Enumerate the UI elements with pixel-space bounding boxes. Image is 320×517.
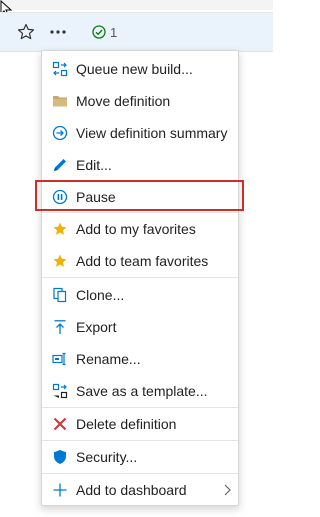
- delete-x-icon: [52, 416, 68, 432]
- menu-separator: [42, 473, 238, 474]
- menu-item-label: Edit...: [76, 157, 112, 173]
- menu-item-label: View definition summary: [76, 125, 228, 141]
- menu-item-save-as-template[interactable]: Save as a template...: [42, 376, 238, 406]
- pencil-icon: [52, 157, 68, 173]
- menu-item-label: Add to my favorites: [76, 221, 196, 237]
- menu-item-move-definition[interactable]: Move definition: [42, 86, 238, 116]
- menu-item-delete-definition[interactable]: Delete definition: [42, 409, 238, 439]
- menu-item-label: Add to dashboard: [76, 482, 187, 498]
- menu-item-rename[interactable]: Rename...: [42, 344, 238, 374]
- menu-item-label: Queue new build...: [76, 61, 193, 77]
- menu-separator: [42, 407, 238, 408]
- plus-icon: [52, 482, 68, 498]
- menu-item-clone[interactable]: Clone...: [42, 280, 238, 310]
- context-menu: Queue new build... Move definition View …: [41, 50, 239, 506]
- menu-item-add-to-team-favorites[interactable]: Add to team favorites: [42, 246, 238, 276]
- header-strip: [0, 0, 273, 10]
- star-icon: [52, 253, 68, 269]
- rename-icon: [52, 351, 68, 367]
- chevron-right-icon: [224, 484, 231, 496]
- menu-item-export[interactable]: Export: [42, 312, 238, 342]
- menu-separator: [42, 212, 238, 213]
- menu-item-label: Add to team favorites: [76, 253, 209, 269]
- menu-item-label: Move definition: [76, 93, 171, 109]
- export-icon: [52, 319, 68, 335]
- star-icon: [52, 221, 68, 237]
- arrow-circle-icon: [52, 125, 68, 141]
- build-status: 1: [92, 23, 117, 41]
- check-circle-icon: [92, 25, 106, 39]
- copy-icon: [52, 287, 68, 303]
- shield-icon: [52, 449, 68, 465]
- menu-item-add-to-dashboard[interactable]: Add to dashboard: [42, 475, 238, 505]
- menu-item-label: Rename...: [76, 351, 141, 367]
- menu-item-label: Export: [76, 319, 117, 335]
- menu-item-label: Security...: [76, 449, 138, 465]
- menu-item-label: Save as a template...: [76, 383, 208, 399]
- folder-icon: [52, 93, 68, 109]
- queue-build-icon: [52, 61, 68, 77]
- more-horizontal-icon[interactable]: [48, 22, 68, 42]
- menu-separator: [42, 277, 238, 278]
- build-definition-row[interactable]: 1: [0, 12, 273, 52]
- menu-item-label: Clone...: [76, 287, 125, 303]
- menu-item-security[interactable]: Security...: [42, 442, 238, 472]
- menu-item-add-to-my-favorites[interactable]: Add to my favorites: [42, 214, 238, 244]
- page: 1 Queue new build... Move definition Vie…: [0, 0, 273, 517]
- build-status-count: 1: [110, 24, 118, 40]
- menu-item-queue-new-build[interactable]: Queue new build...: [42, 54, 238, 84]
- menu-item-view-definition-summary[interactable]: View definition summary: [42, 118, 238, 148]
- star-outline-icon[interactable]: [16, 22, 36, 42]
- menu-item-edit[interactable]: Edit...: [42, 150, 238, 180]
- menu-separator: [42, 440, 238, 441]
- menu-item-label: Delete definition: [76, 416, 177, 432]
- template-icon: [52, 383, 68, 399]
- pause-highlight-box: [35, 180, 244, 211]
